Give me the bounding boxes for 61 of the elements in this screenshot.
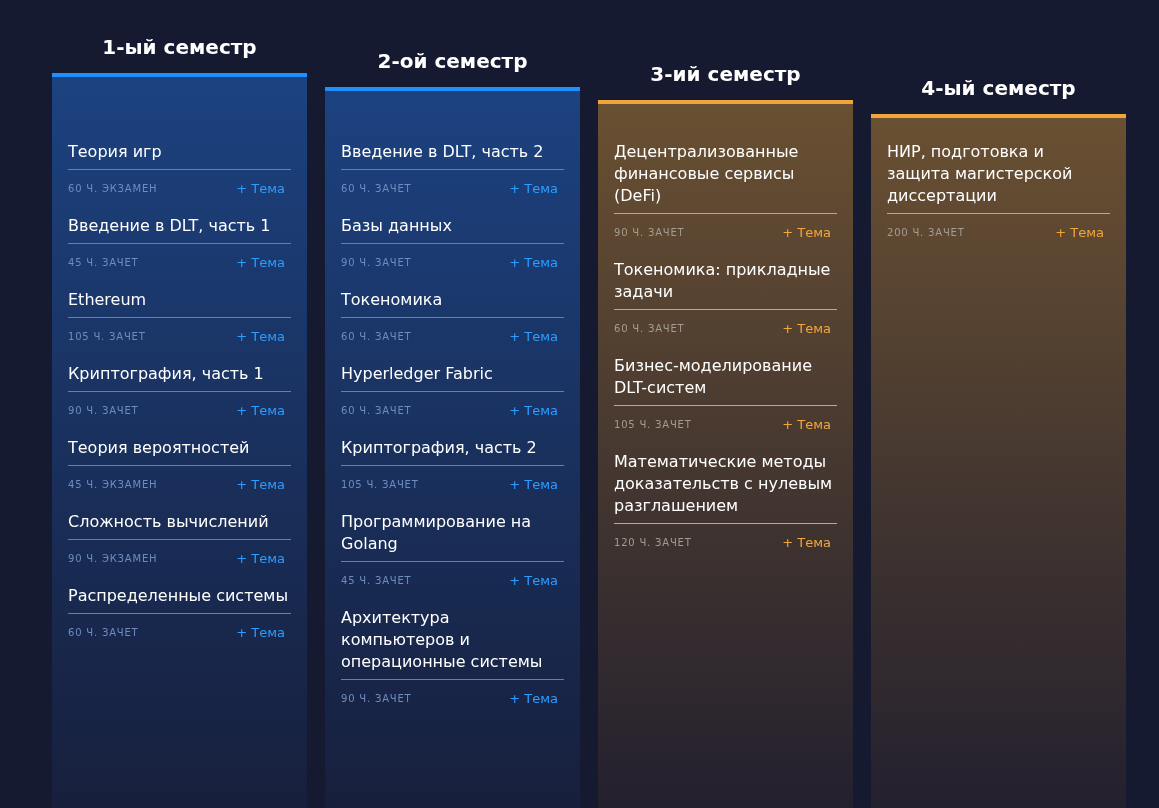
add-topic-link[interactable]: + Тема [509, 691, 558, 706]
course-hours: 105 Ч. ЗАЧЕТ [614, 419, 692, 430]
course-hours: 90 Ч. ЗАЧЕТ [68, 405, 139, 416]
course-name: Распределенные системы [68, 585, 291, 614]
add-topic-link[interactable]: + Тема [782, 535, 831, 550]
add-topic-link[interactable]: + Тема [782, 225, 831, 240]
add-topic-link[interactable]: + Тема [509, 255, 558, 270]
course-hours: 60 Ч. ЗАЧЕТ [341, 183, 412, 194]
course-name: Ethereum [68, 289, 291, 318]
semester-title: 4-ый семестр [920, 74, 1077, 102]
course-name: Теория игр [68, 141, 291, 170]
add-topic-link[interactable]: + Тема [1055, 225, 1104, 240]
course-name: Бизнес-моделирование DLT-систем [614, 355, 837, 406]
course-hours: 90 Ч. ЭКЗАМЕН [68, 553, 158, 564]
course-name: Архитектура компьютеров и операционные системы [341, 607, 564, 680]
course-name: НИР, подготовка и защита магистерской диссертации [887, 141, 1110, 214]
add-topic-link[interactable]: + Тема [236, 625, 285, 640]
course-name: Токеномика [341, 289, 564, 318]
semester-title: 3-ий семестр [649, 61, 802, 88]
course-name: Математические методы доказательств с нулевым разглашением [614, 451, 837, 524]
add-topic-link[interactable]: + Тема [236, 551, 285, 566]
course-hours: 90 Ч. ЗАЧЕТ [341, 693, 412, 704]
add-topic-link[interactable]: + Тема [782, 321, 831, 336]
course-name: Токеномика: прикладные задачи [614, 259, 837, 310]
add-topic-link[interactable]: + Тема [236, 477, 285, 492]
course-name: Введение в DLT, часть 1 [68, 215, 291, 244]
add-topic-link[interactable]: + Тема [509, 573, 558, 588]
course-hours: 60 Ч. ЗАЧЕТ [341, 331, 412, 342]
course-hours: 105 Ч. ЗАЧЕТ [341, 479, 419, 490]
course-hours: 90 Ч. ЗАЧЕТ [614, 227, 685, 238]
course-name: Теория вероятностей [68, 437, 291, 466]
course-hours: 120 Ч. ЗАЧЕТ [614, 537, 692, 548]
course-hours: 200 Ч. ЗАЧЕТ [887, 227, 965, 238]
course-hours: 60 Ч. ЭКЗАМЕН [68, 183, 158, 194]
course-name: Hyperledger Fabric [341, 363, 564, 392]
course-hours: 45 Ч. ЗАЧЕТ [68, 257, 139, 268]
course-name: Криптография, часть 1 [68, 363, 291, 392]
add-topic-link[interactable]: + Тема [236, 181, 285, 196]
semester-title: 2-ой семестр [376, 47, 529, 75]
add-topic-link[interactable]: + Тема [509, 329, 558, 344]
course-name: Введение в DLT, часть 2 [341, 141, 564, 170]
course-name: Сложность вычислений [68, 511, 291, 540]
course-hours: 60 Ч. ЗАЧЕТ [614, 323, 685, 334]
course-hours: 45 Ч. ЭКЗАМЕН [68, 479, 158, 490]
add-topic-link[interactable]: + Тема [782, 417, 831, 432]
add-topic-link[interactable]: + Тема [509, 403, 558, 418]
semester-title: 1-ый семестр [101, 34, 258, 61]
course-hours: 105 Ч. ЗАЧЕТ [68, 331, 146, 342]
course-name: Программирование на Golang [341, 511, 564, 562]
add-topic-link[interactable]: + Тема [236, 329, 285, 344]
course-hours: 90 Ч. ЗАЧЕТ [341, 257, 412, 268]
add-topic-link[interactable]: + Тема [509, 181, 558, 196]
course-name: Базы данных [341, 215, 564, 244]
course-hours: 45 Ч. ЗАЧЕТ [341, 575, 412, 586]
add-topic-link[interactable]: + Тема [509, 477, 558, 492]
course-name: Децентрализованные финансовые сервисы (DeFi) [614, 141, 837, 214]
course-hours: 60 Ч. ЗАЧЕТ [68, 627, 139, 638]
course-name: Криптография, часть 2 [341, 437, 564, 466]
add-topic-link[interactable]: + Тема [236, 403, 285, 418]
add-topic-link[interactable]: + Тема [236, 255, 285, 270]
course-hours: 60 Ч. ЗАЧЕТ [341, 405, 412, 416]
